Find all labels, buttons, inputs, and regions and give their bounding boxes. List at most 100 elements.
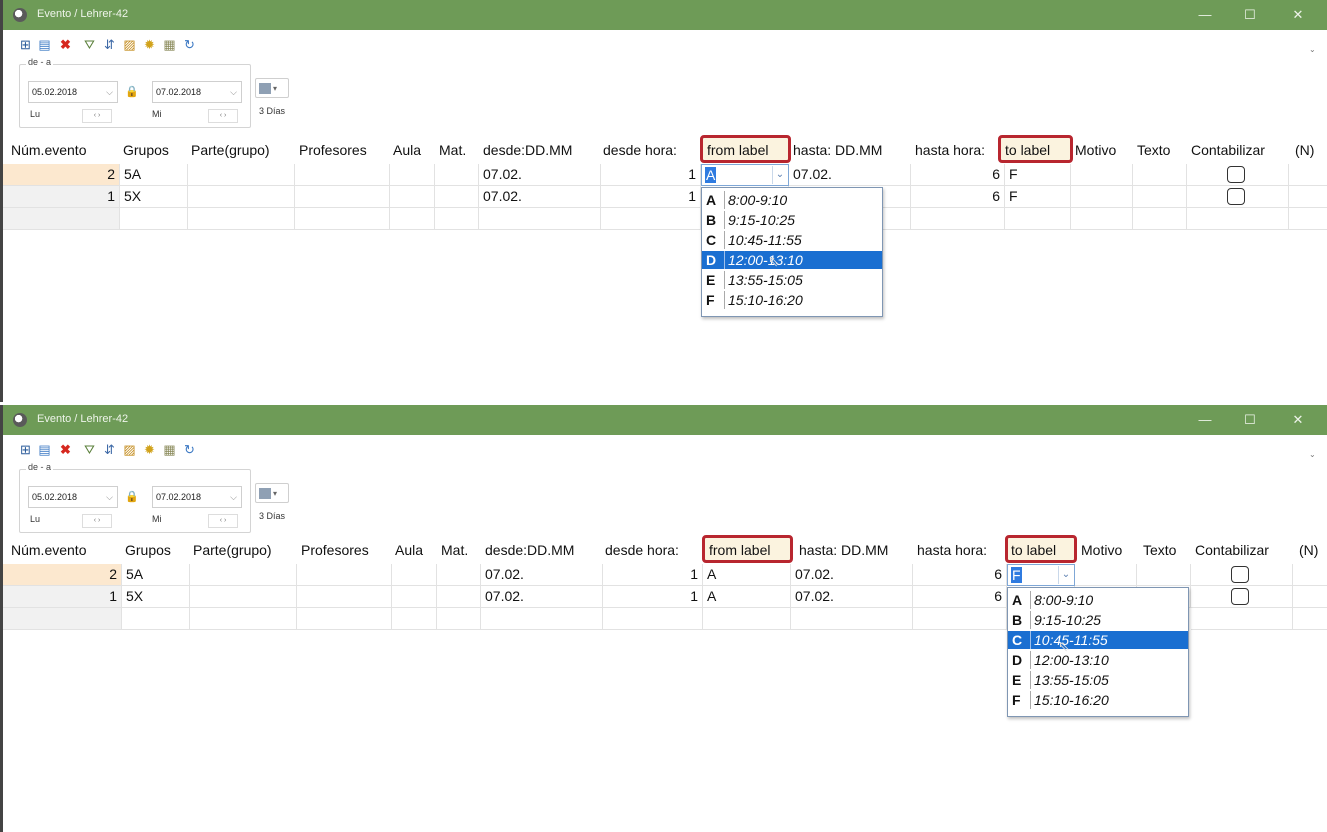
more-icon[interactable]: ⌄	[1309, 451, 1317, 459]
cell-hasta-date[interactable]: 07.02.	[791, 564, 913, 586]
dropdown-option-d[interactable]: D 12:00-13:10 ⇖	[702, 251, 882, 269]
cell-empty[interactable]	[479, 208, 601, 230]
col-motivo[interactable]: Motivo	[1081, 538, 1122, 562]
cell-empty[interactable]	[1289, 208, 1327, 230]
cell-empty[interactable]	[392, 608, 437, 630]
cell-hasta-hora[interactable]: 6	[911, 186, 1005, 208]
cell-hasta-date[interactable]: 07.02.	[791, 586, 913, 608]
view-days-button[interactable]: ▾	[255, 483, 289, 503]
link-icon[interactable]: 🔒	[122, 83, 142, 101]
chevron-down-icon[interactable]: ⌄	[772, 166, 787, 184]
dropdown-option-a[interactable]: A 8:00-9:10	[702, 191, 882, 209]
col-hasta-date[interactable]: hasta: DD.MM	[799, 538, 888, 562]
minimize-button[interactable]: —	[1188, 5, 1222, 25]
col-desde-hora[interactable]: desde hora:	[603, 138, 677, 162]
col-desde-date[interactable]: desde:DD.MM	[485, 538, 574, 562]
dropdown-option-f[interactable]: F 15:10-16:20	[1008, 691, 1188, 709]
cell-empty[interactable]	[1133, 208, 1187, 230]
filter-icon[interactable]: ⛛	[81, 441, 98, 458]
col-desde-hora[interactable]: desde hora:	[605, 538, 679, 562]
cell-empty[interactable]	[481, 608, 603, 630]
cell-empty[interactable]	[390, 208, 435, 230]
close-button[interactable]: ✕	[1281, 410, 1315, 430]
col-grupos[interactable]: Grupos	[123, 138, 169, 162]
cell-mat[interactable]	[435, 164, 479, 186]
calendar-icon[interactable]: ▦	[161, 441, 178, 458]
cell-hasta-date[interactable]: 07.02.	[789, 164, 911, 186]
link-icon[interactable]: 🔒	[122, 488, 142, 506]
cell-aula[interactable]	[390, 186, 435, 208]
details-icon[interactable]: ▤	[36, 441, 53, 458]
col-grupos[interactable]: Grupos	[125, 538, 171, 562]
cell-to-label[interactable]: F	[1005, 164, 1071, 186]
col-n[interactable]: (N)	[1299, 538, 1318, 562]
col-num-evento[interactable]: Núm.evento	[11, 538, 86, 562]
col-hasta-date[interactable]: hasta: DD.MM	[793, 138, 882, 162]
col-parte-grupo[interactable]: Parte(grupo)	[191, 138, 270, 162]
cell-to-label[interactable]: F	[1005, 186, 1071, 208]
dropdown-option-f[interactable]: F 15:10-16:20	[702, 291, 882, 309]
cell-empty[interactable]	[703, 608, 791, 630]
col-mat[interactable]: Mat.	[441, 538, 468, 562]
table-row[interactable]: 2 5A 07.02. 1 07.02. 6 F	[3, 164, 1327, 186]
contabilizar-checkbox[interactable]	[1227, 188, 1245, 205]
cell-parte[interactable]	[188, 186, 295, 208]
from-label-combo[interactable]: A ⌄	[701, 164, 789, 186]
cell-empty[interactable]	[601, 208, 701, 230]
cell-num[interactable]: 2	[3, 564, 122, 586]
cell-aula[interactable]	[392, 586, 437, 608]
cell-empty[interactable]	[190, 608, 297, 630]
cell-motivo[interactable]	[1071, 164, 1133, 186]
col-parte-grupo[interactable]: Parte(grupo)	[193, 538, 272, 562]
cell-motivo[interactable]	[1071, 186, 1133, 208]
cell-n[interactable]	[1289, 186, 1327, 208]
dropdown-option-b[interactable]: B 9:15-10:25	[702, 211, 882, 229]
maximize-button[interactable]: ☐	[1233, 410, 1267, 430]
col-texto[interactable]: Texto	[1143, 538, 1176, 562]
cell-hasta-hora[interactable]: 6	[913, 586, 1007, 608]
cell-n[interactable]	[1293, 564, 1327, 586]
to-day-spinner[interactable]: ‹ ›	[208, 514, 238, 528]
from-day-spinner[interactable]: ‹ ›	[82, 109, 112, 123]
cell-empty[interactable]	[297, 608, 392, 630]
cell-mat[interactable]	[437, 586, 481, 608]
col-desde-date[interactable]: desde:DD.MM	[483, 138, 572, 162]
col-from-label[interactable]: from label	[707, 138, 768, 162]
cell-mat[interactable]	[435, 186, 479, 208]
cell-parte[interactable]	[190, 564, 297, 586]
cell-desde-hora[interactable]: 1	[601, 164, 701, 186]
cell-empty[interactable]	[1187, 208, 1289, 230]
settings-icon[interactable]: ✹	[141, 441, 158, 458]
table-row[interactable]: 1 5X 07.02. 1 6 F	[3, 186, 1327, 208]
cell-parte[interactable]	[190, 586, 297, 608]
contabilizar-checkbox[interactable]	[1227, 166, 1245, 183]
col-from-label[interactable]: from label	[709, 538, 770, 562]
to-day-spinner[interactable]: ‹ ›	[208, 109, 238, 123]
from-day-spinner[interactable]: ‹ ›	[82, 514, 112, 528]
view-days-button[interactable]: ▾	[255, 78, 289, 98]
cell-desde-hora[interactable]: 1	[603, 564, 703, 586]
cell-empty[interactable]	[3, 608, 122, 630]
sort-icon[interactable]: ⇵	[101, 441, 118, 458]
cell-n[interactable]	[1289, 164, 1327, 186]
cell-motivo[interactable]	[1075, 564, 1137, 586]
cell-mat[interactable]	[437, 564, 481, 586]
cell-empty[interactable]	[1191, 608, 1293, 630]
cell-grupos[interactable]: 5A	[122, 564, 190, 586]
dropdown-option-e[interactable]: E 13:55-15:05	[1008, 671, 1188, 689]
maximize-button[interactable]: ☐	[1233, 5, 1267, 25]
cell-empty[interactable]	[188, 208, 295, 230]
col-motivo[interactable]: Motivo	[1075, 138, 1116, 162]
cell-profesores[interactable]	[295, 186, 390, 208]
cell-num[interactable]: 1	[3, 186, 120, 208]
cell-empty[interactable]	[791, 608, 913, 630]
col-contabilizar[interactable]: Contabilizar	[1195, 538, 1269, 562]
cell-num[interactable]: 2	[3, 164, 120, 186]
col-num-evento[interactable]: Núm.evento	[11, 138, 86, 162]
col-to-label[interactable]: to label	[1011, 538, 1056, 562]
cell-empty[interactable]	[913, 608, 1007, 630]
chevron-down-icon[interactable]: ⌄	[1058, 566, 1073, 584]
col-n[interactable]: (N)	[1295, 138, 1314, 162]
col-profesores[interactable]: Profesores	[299, 138, 367, 162]
details-icon[interactable]: ▤	[36, 36, 53, 53]
